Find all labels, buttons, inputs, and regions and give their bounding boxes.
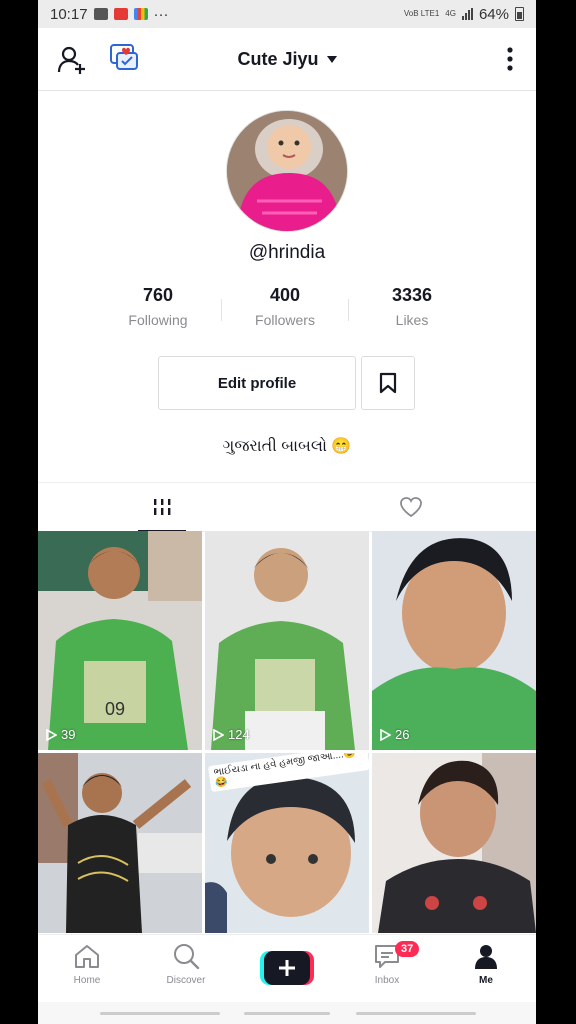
video-thumbnail[interactable]: 26 [372,531,536,750]
bookmark-icon [379,372,397,394]
status-bar: 10:17 ··· VoB LTE1 4G 64% [38,0,536,28]
me-icon [475,945,497,969]
volte-label: VoB LTE1 [403,9,440,18]
bookmarks-button[interactable] [361,356,415,410]
video-thumbnail[interactable]: ભાઈયડા ના હવે હમજી જાઓ....😉😂 [205,753,369,933]
view-count-value: 39 [61,727,76,742]
stat-likes[interactable]: 3336 Likes [349,285,475,328]
stat-value: 3336 [391,285,433,305]
nav-inbox-label: Inbox [374,975,400,986]
nav-home-label: Home [73,975,101,986]
edit-profile-button[interactable]: Edit profile [158,356,356,410]
video-grid: 09 39 124 26 ભાઈયડા ના હવે હમજી જાઓ....😉… [38,531,536,933]
account-switcher[interactable]: Cute Jiyu [237,48,337,70]
stat-value: 760 [142,285,174,305]
tab-videos[interactable] [138,483,186,531]
status-time: 10:17 [50,5,88,23]
status-dots: ··· [153,5,169,23]
network-label: 4G [445,9,456,18]
grid-icon [154,499,171,515]
nav-discover[interactable]: Discover [146,943,226,986]
system-gesture-bar [38,1002,536,1024]
profile-handle: @hrindia [248,242,326,263]
inbox-badge: 37 [395,941,420,957]
svg-text:09: 09 [105,699,125,719]
more-vertical-icon[interactable] [506,46,514,72]
profile-avatar[interactable] [226,110,348,232]
profile-stats: 760 Following 400 Followers 3336 Likes [95,285,475,328]
nav-me[interactable]: Me [446,943,526,986]
view-count-value: 124 [228,727,250,742]
profile-header: Cute Jiyu [38,28,536,91]
video-thumbnail[interactable] [38,753,202,933]
account-title: Cute Jiyu [237,48,319,69]
stat-following[interactable]: 760 Following [95,285,221,328]
signal-icon [461,8,473,20]
battery-icon [515,7,524,21]
video-thumbnail[interactable] [372,753,536,933]
play-icon [213,728,224,741]
discover-icon [174,944,200,969]
view-count-value: 26 [395,727,410,742]
stat-followers[interactable]: 400 Followers [222,285,348,328]
video-thumbnail[interactable]: 124 [205,531,369,750]
phone-screen: 10:17 ··· VoB LTE1 4G 64% Cute Jiyu @hri… [38,0,536,1024]
stat-label: Likes [395,312,429,328]
battery-percent: 64% [478,5,509,23]
create-video-button[interactable] [260,951,314,985]
nav-inbox[interactable]: 37 Inbox [347,941,427,986]
nav-discover-label: Discover [166,975,206,986]
view-count: 26 [380,727,409,742]
add-user-icon[interactable] [56,44,88,76]
view-count: 124 [213,727,250,742]
bottom-navigation: Home Discover 37 Inbox Me [38,934,536,1003]
tab-liked[interactable] [387,483,435,531]
profile-tabs [38,482,536,532]
nav-home[interactable]: Home [47,943,127,986]
video-thumbnail[interactable]: 09 39 [38,531,202,750]
notification-icon [93,8,108,20]
youtube-icon [113,8,128,20]
nav-me-label: Me [479,975,493,986]
chat-heart-icon[interactable] [108,42,140,74]
play-icon [380,728,391,741]
stat-value: 400 [269,285,301,305]
heart-icon [400,497,422,518]
view-count: 39 [46,727,75,742]
app-icon [133,8,148,20]
play-icon [46,728,57,741]
caret-down-icon [326,55,337,63]
profile-bio: ગુજરાતી બાબલો 😁 [222,438,352,455]
stat-label: Followers [255,312,315,328]
stat-label: Following [128,312,188,328]
home-icon [75,945,99,968]
plus-icon [260,951,314,985]
